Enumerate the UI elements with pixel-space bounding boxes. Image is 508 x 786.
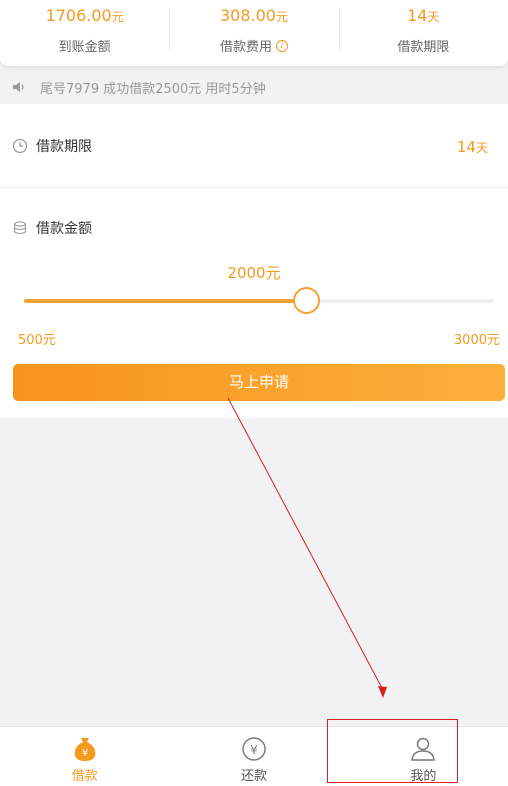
notice-bar: 尾号7979 成功借款2500元 用时5分钟 — [0, 72, 508, 102]
tab-repay-label: 还款 — [240, 769, 267, 784]
tab-loan[interactable]: ¥ 借款 — [0, 727, 169, 786]
selected-amount: 2000元 — [227, 264, 281, 282]
summary-loan-term: 14天 借款期限 — [338, 0, 508, 66]
loan-term-unit: 天 — [427, 10, 440, 24]
slider-min-label: 500元 — [18, 333, 56, 348]
notice-text: 尾号7979 成功借款2500元 用时5分钟 — [40, 81, 266, 97]
loan-amount-label: 借款金额 — [36, 221, 92, 237]
received-amount-unit: 元 — [111, 10, 124, 24]
loan-term-row-value: 14 — [456, 138, 476, 156]
tab-mine-label: 我的 — [410, 769, 437, 784]
loan-term-row[interactable]: 借款期限 14天 — [0, 104, 508, 188]
slider-max-label: 3000元 — [453, 333, 500, 348]
yen-circle-icon: ¥ — [242, 737, 266, 761]
tab-loan-label: 借款 — [71, 769, 98, 784]
loan-fee-label: 借款费用 — [219, 40, 272, 55]
slider-thumb[interactable] — [293, 287, 320, 314]
info-icon[interactable]: i — [276, 39, 288, 52]
loan-summary: 1706.00元 到账金额 308.00元 借款费用 i 14天 借款期限 — [0, 0, 508, 66]
slider-fill — [24, 299, 306, 303]
received-amount-label: 到账金额 — [58, 40, 111, 55]
loan-term-label: 借款期限 — [397, 40, 450, 55]
received-amount-value: 1706.00 — [45, 6, 112, 25]
loan-fee-value: 308.00 — [219, 6, 276, 25]
coins-icon — [13, 221, 27, 235]
money-bag-icon: ¥ — [74, 738, 95, 761]
apply-now-button[interactable]: 马上申请 — [13, 364, 505, 401]
tab-repay[interactable]: ¥ 还款 — [169, 727, 338, 786]
loan-term-value: 14 — [407, 6, 428, 25]
amount-slider[interactable] — [24, 287, 494, 314]
user-icon — [411, 737, 436, 761]
loan-term-row-unit: 天 — [475, 141, 488, 155]
summary-received-amount: 1706.00元 到账金额 — [0, 0, 169, 66]
loan-term-row-label: 借款期限 — [36, 139, 92, 155]
speaker-icon — [13, 82, 24, 92]
svg-text:¥: ¥ — [250, 743, 258, 757]
clock-icon — [12, 138, 28, 154]
loan-fee-unit: 元 — [275, 10, 288, 24]
loan-form-card: 借款期限 14天 借款金额 2000元 500元 3000元 马上申请 — [0, 104, 508, 418]
bottom-tab-bar: ¥ 借款 ¥ 还款 我的 — [0, 726, 508, 786]
svg-text:¥: ¥ — [81, 748, 87, 759]
summary-loan-fee[interactable]: 308.00元 借款费用 i — [169, 0, 338, 66]
tab-mine[interactable]: 我的 — [339, 727, 508, 786]
